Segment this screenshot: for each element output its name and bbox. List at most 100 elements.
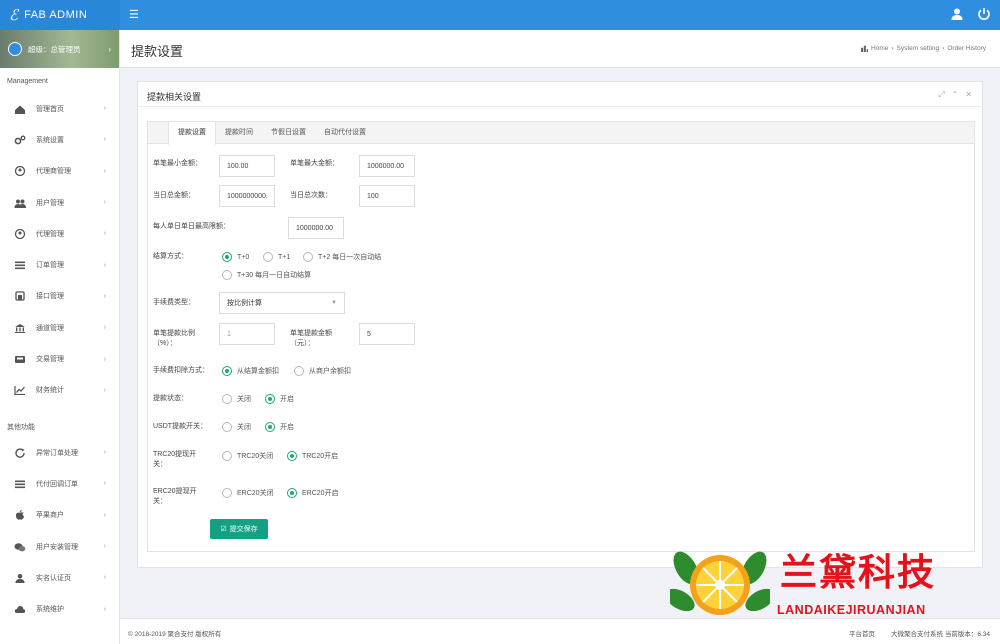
daily-total-label: 当日总金额： [153,192,195,199]
settle-t1-radio[interactable]: T+1 [263,252,290,262]
daily-count-input[interactable] [359,185,415,207]
breadcrumb-separator: › [942,45,945,52]
fee-type-select[interactable]: 按比例计算 ▼ [219,292,345,314]
sidebar-item[interactable]: 系统设置 › [0,124,119,155]
footer-home-link[interactable]: 平台首页 [849,628,875,638]
sidebar-item[interactable]: 通道管理 › [0,312,119,343]
sidebar-item-label: 代付回调订单 [36,480,78,488]
deduct-balance-radio[interactable]: 从商户余额扣 [294,366,351,376]
breadcrumb-order-history: Order History [947,45,986,52]
user-icon[interactable] [950,7,964,21]
edit-icon: ☑ [220,526,227,533]
tab-withdraw-time[interactable]: 提款时间 [216,122,262,143]
sidebar-item-label: 代理管理 [36,230,64,238]
sidebar-item[interactable]: 交易管理 › [0,343,119,374]
chevron-right-icon: › [103,449,106,457]
sidebar-item[interactable]: 订单管理 › [0,249,119,280]
page-header: 提款设置 Home › System setting › Order Histo… [120,30,1000,68]
sidebar-item[interactable]: 实名认证页 › [0,562,119,593]
cap-label: 每人单日单日最高限额： [153,223,230,230]
switch-off-radio[interactable]: 关闭 [222,394,251,404]
orange-slice-logo-icon [670,551,770,615]
fee-amount-input[interactable] [359,323,415,345]
user-panel[interactable]: 超级：总管理员 › [0,30,119,68]
tab-holiday-settings[interactable]: 节假日设置 [262,122,315,143]
sidebar-item[interactable]: 异常订单处理 › [0,437,119,468]
sidebar-item-label: 系统维护 [36,606,64,614]
max-single-input[interactable] [359,155,415,177]
chevron-right-icon: › [108,44,111,54]
sidebar-item[interactable]: 接口管理 › [0,281,119,312]
user-icon [14,573,26,583]
tab-withdraw-settings[interactable]: 提款设置 [168,122,216,145]
chevron-right-icon: › [103,230,106,238]
erc-off-radio[interactable]: ERC20关闭 [222,488,274,498]
sidebar-item[interactable]: 用户管理 › [0,187,119,218]
settle-t30-radio[interactable]: T+30 每月一日自动结算 [222,270,311,280]
chevron-right-icon: › [103,261,106,269]
trc-label: TRC20提现开关： [153,451,197,468]
fee-rate-label: 单笔提款比例（%）： [153,330,195,347]
close-icon[interactable]: ✕ [965,90,972,100]
switch-on-label: 开启 [280,396,294,403]
menu-toggle-icon[interactable]: ☰ [129,8,139,21]
erc-on-radio[interactable]: ERC20开启 [287,488,339,498]
bank-icon [14,291,26,302]
sidebar-item[interactable]: 财务统计 › [0,375,119,406]
brand-name: FAB ADMIN [24,9,88,21]
radio-dot [303,252,313,262]
sidebar-item[interactable]: 系统维护 › [0,593,119,624]
trc-off-radio[interactable]: TRC20关闭 [222,451,273,461]
deduct-settle-radio[interactable]: 从结算金额扣 [222,366,279,376]
min-single-label: 单笔最小金额： [153,160,202,167]
sidebar-nav: Management 管理首页 › 系统设置 › 代理商管理 › 用户管理 › 代理管理 › 订单管理… [0,68,119,625]
sidebar-item[interactable]: 代付回调订单 › [0,468,119,499]
wechat-icon [14,542,26,552]
chevron-right-icon: › [103,105,106,113]
sidebar-item-label: 系统设置 [36,136,64,144]
sidebar-item[interactable]: 代理商管理 › [0,156,119,187]
user-circle-icon [14,166,26,177]
breadcrumb: Home › System setting › Order History [861,45,986,52]
fee-type-label: 手续费类型： [153,299,195,306]
usdt-off-radio[interactable]: 关闭 [222,422,251,432]
usdt-on-radio[interactable]: 开启 [265,422,294,432]
breadcrumb-system-setting[interactable]: System setting [897,45,940,52]
sidebar-item[interactable]: 苹果商户 › [0,500,119,531]
chevron-right-icon: › [103,605,106,613]
sidebar-item[interactable]: 用户安装管理 › [0,531,119,562]
switch-label: 提款状态： [153,395,188,402]
panel-header: 提款相关设置 ⤢ ⌃ ✕ [138,82,982,107]
home-icon [14,104,26,114]
footer-version: 大微聚合支付系统 当前版本：6.34 [891,631,990,638]
cap-input[interactable] [288,217,344,239]
breadcrumb-home[interactable]: Home [871,45,888,52]
sidebar-item-label: 苹果商户 [36,512,64,520]
sidebar-item[interactable]: 代理管理 › [0,218,119,249]
expand-icon[interactable]: ⤢ [938,90,944,100]
panel-title: 提款相关设置 [147,92,202,102]
avatar [8,42,22,56]
fee-rate-input[interactable] [219,323,275,345]
sidebar-item[interactable]: 管理首页 › [0,93,119,124]
usdt-on-label: 开启 [280,424,294,431]
power-icon[interactable] [977,7,991,21]
min-single-input[interactable] [219,155,275,177]
tab-auto-payout-settings[interactable]: 自动代付设置 [315,122,375,143]
radio-dot [222,488,232,498]
panel-tools: ⤢ ⌃ ✕ [938,90,972,100]
chevron-right-icon: › [103,136,106,144]
settle-t2-radio[interactable]: T+2 每日一次自动结 [303,252,381,262]
brand[interactable]: ℰ FAB ADMIN [0,0,120,30]
sidebar-item-label: 代理商管理 [36,168,71,176]
daily-total-input[interactable] [219,185,275,207]
deduct-settle-label: 从结算金额扣 [237,368,279,375]
collapse-icon[interactable]: ⌃ [952,90,959,100]
chevron-right-icon: › [103,292,106,300]
switch-on-radio[interactable]: 开启 [265,394,294,404]
institution-icon [14,323,26,333]
settle-t0-radio[interactable]: T+0 [222,252,249,262]
trc-on-radio[interactable]: TRC20开启 [287,451,338,461]
sidebar-section-title: 其他功能 [7,423,35,431]
save-button[interactable]: ☑ 提交保存 [210,519,268,539]
